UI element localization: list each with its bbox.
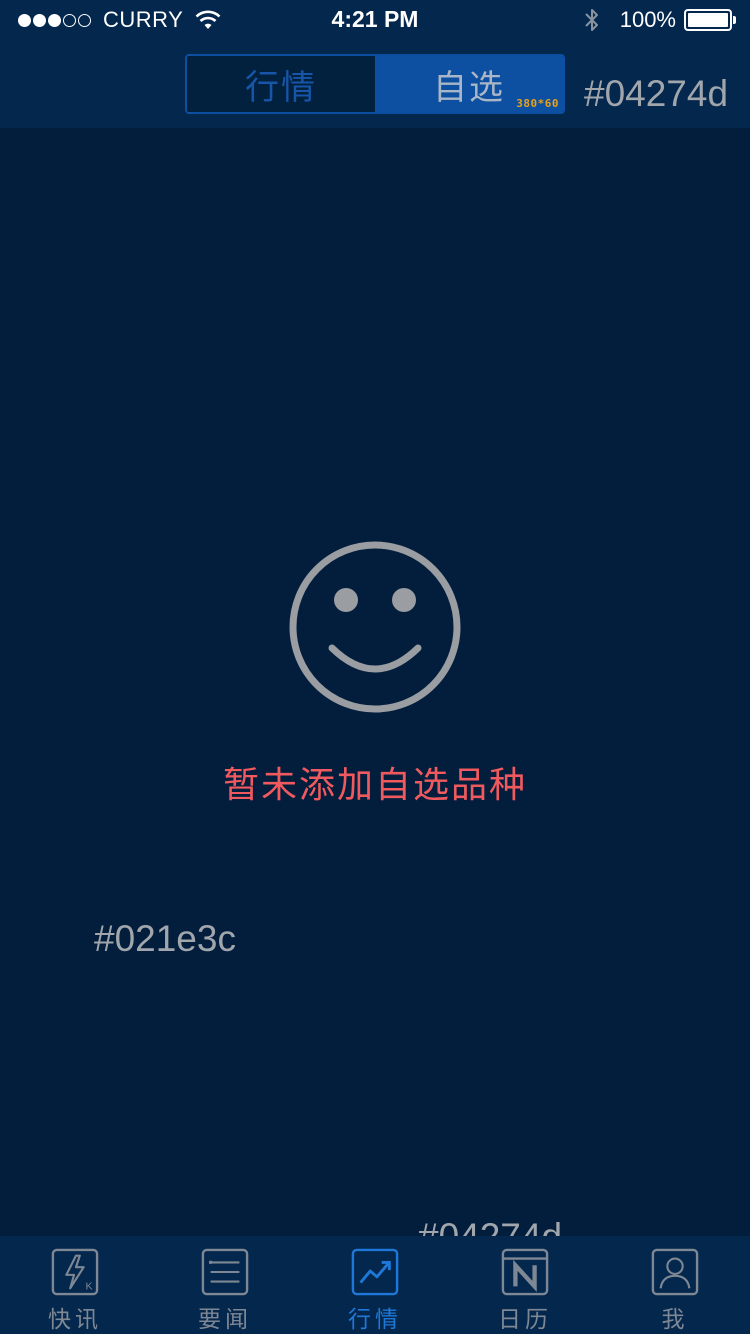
tab-news-flash[interactable]: K 快讯 [0, 1236, 150, 1334]
tab-market[interactable]: 行情 [300, 1236, 450, 1334]
segment-market[interactable]: 行情 [187, 56, 375, 112]
battery-percent: 100% [619, 7, 676, 32]
svg-text:K: K [86, 1280, 93, 1292]
lightning-k-icon: K [51, 1248, 99, 1296]
empty-state: 暂未添加自选品种 [0, 540, 750, 808]
tab-headlines[interactable]: 要闻 [150, 1236, 300, 1334]
tab-calendar-label: 日历 [498, 1307, 552, 1333]
tab-headlines-label: 要闻 [198, 1307, 252, 1333]
tab-market-label: 行情 [348, 1307, 402, 1333]
user-icon [651, 1248, 699, 1296]
smile-icon [289, 541, 461, 713]
nav-bar: 行情 自选 380*60 #04274d [0, 40, 750, 128]
segment-watchlist-label: 自选 [433, 67, 505, 108]
tab-bar: K 快讯 要闻 行情 日历 我 [0, 1236, 750, 1334]
tab-calendar[interactable]: 日历 [450, 1236, 600, 1334]
status-right: 100% [584, 6, 736, 34]
screen: CURRY 4:21 PM 100% 行情 自选 380*60 #04274d … [0, 0, 750, 1334]
segment-watchlist[interactable]: 自选 380*60 [375, 56, 563, 112]
empty-message: 暂未添加自选品种 [222, 765, 527, 806]
trend-chart-icon [351, 1248, 399, 1296]
tab-me[interactable]: 我 [600, 1236, 750, 1334]
list-icon [201, 1248, 249, 1296]
bluetooth-icon [585, 9, 598, 31]
calendar-n-icon [501, 1248, 549, 1296]
tab-me-label: 我 [661, 1307, 689, 1333]
status-bar: CURRY 4:21 PM 100% [0, 0, 750, 40]
background-color-note: #021e3c [94, 918, 236, 959]
segment-market-label: 行情 [245, 67, 317, 108]
nav-color-note: #04274d [584, 73, 729, 114]
segmented-control: 行情 自选 380*60 [185, 54, 565, 114]
tab-news-flash-label: 快讯 [48, 1307, 102, 1333]
battery-icon [684, 9, 736, 31]
segment-size-note: 380*60 [516, 97, 559, 110]
